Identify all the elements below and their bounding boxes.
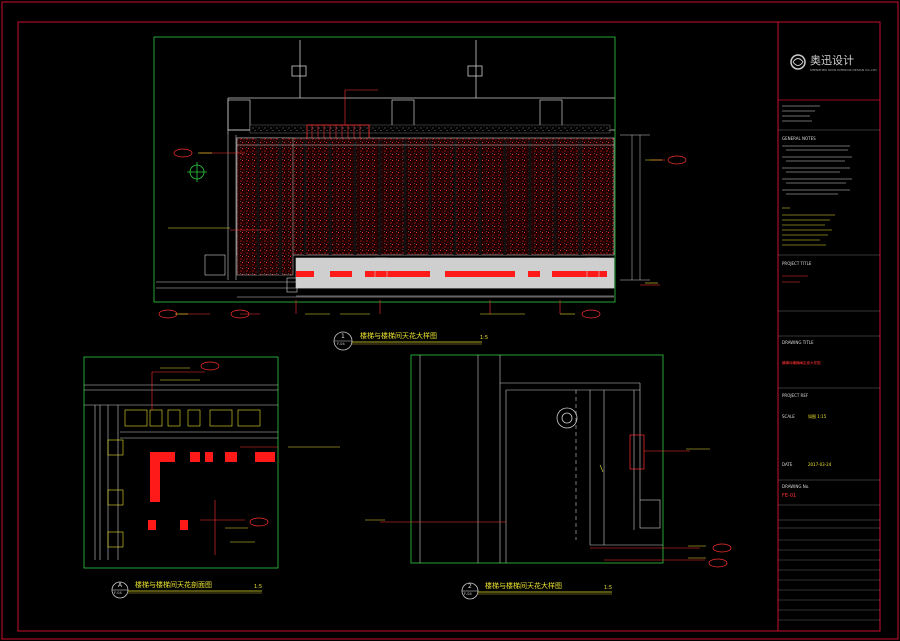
scale-label: SCALE — [782, 414, 795, 419]
sheet-outer-border — [1, 1, 899, 640]
project-title-label: PROJECT TITLE — [782, 261, 812, 266]
view2-pipe — [556, 407, 578, 429]
view1-title: 楼梯与楼梯间天花大样图 — [360, 332, 437, 340]
notes-body-lines — [782, 145, 852, 195]
viewA-scale: 1:5 — [254, 584, 263, 590]
general-notes-lines — [782, 105, 820, 122]
title-block-table-lines — [778, 539, 880, 621]
project-ref-label: PROJECT REF — [782, 393, 809, 398]
view1-number: 1 — [341, 333, 345, 340]
logo-name: 奥迅设计 — [810, 54, 854, 67]
view2-text-lines — [365, 448, 710, 559]
view1-left-column — [227, 135, 237, 280]
notes-yellow-lines — [782, 207, 835, 246]
view1-scale: 1:5 — [480, 335, 489, 341]
viewA-callout-ovals — [200, 361, 269, 527]
view1-ref: F-04 — [337, 342, 345, 346]
viewA-top-blocks — [124, 409, 261, 427]
viewA-ref: F-04 — [114, 591, 122, 595]
title-block-frame — [777, 22, 880, 631]
general-notes-label: GENERAL NOTES — [782, 136, 816, 141]
view1-riser-red-dashes — [296, 271, 607, 277]
view2-structure — [419, 355, 663, 563]
viewA-title: 楼梯与楼梯间天花剖面图 — [135, 581, 212, 589]
view2-scale: 1:5 — [604, 585, 613, 591]
logo-tagline: SHENZHEN OXUN INTERIOR DESIGN CO.,LTD — [810, 68, 877, 72]
view2-red-box — [629, 434, 645, 470]
drawing-no-value: FE-01 — [782, 493, 797, 499]
viewA-text-lines — [160, 367, 340, 543]
drawing-title-value: 楼梯与楼梯间立面大样图 — [782, 361, 821, 365]
viewA-number: A — [118, 582, 123, 589]
drawing-no-label: DRAWING No. — [782, 484, 810, 489]
view2-title: 楼梯与楼梯间天花大样图 — [485, 582, 562, 590]
viewA-structure — [84, 384, 278, 560]
view1-left-wall-panel — [236, 137, 294, 276]
title-block-red-values — [782, 275, 808, 364]
logo-mark — [790, 54, 806, 70]
view2-number: 2 — [468, 583, 472, 590]
viewA-viewport — [83, 356, 279, 569]
view2-viewport — [410, 354, 664, 564]
viewA-left-blocks — [107, 439, 124, 548]
cad-drawing-sheet — [1, 1, 899, 640]
date-label: DATE — [782, 462, 793, 467]
view1-hangers — [291, 40, 483, 98]
date-value: 2017-03-24 — [808, 462, 832, 467]
view2-leaders — [380, 450, 705, 561]
viewA-dim-row — [120, 431, 278, 439]
view1-dimensions-right — [620, 134, 650, 281]
view2-ref: F-04 — [464, 592, 472, 596]
scale-value: 如图 1:15 — [808, 414, 827, 419]
view2-callout-ovals — [708, 543, 732, 568]
sheet-inner-border — [17, 21, 881, 632]
viewA-leaders — [151, 371, 278, 555]
view1-section-mark — [187, 162, 207, 182]
view1-ceiling-hatch — [249, 124, 611, 134]
view1-wall-panel — [236, 137, 615, 256]
drawing-title-label: DRAWING TITLE — [782, 340, 814, 345]
